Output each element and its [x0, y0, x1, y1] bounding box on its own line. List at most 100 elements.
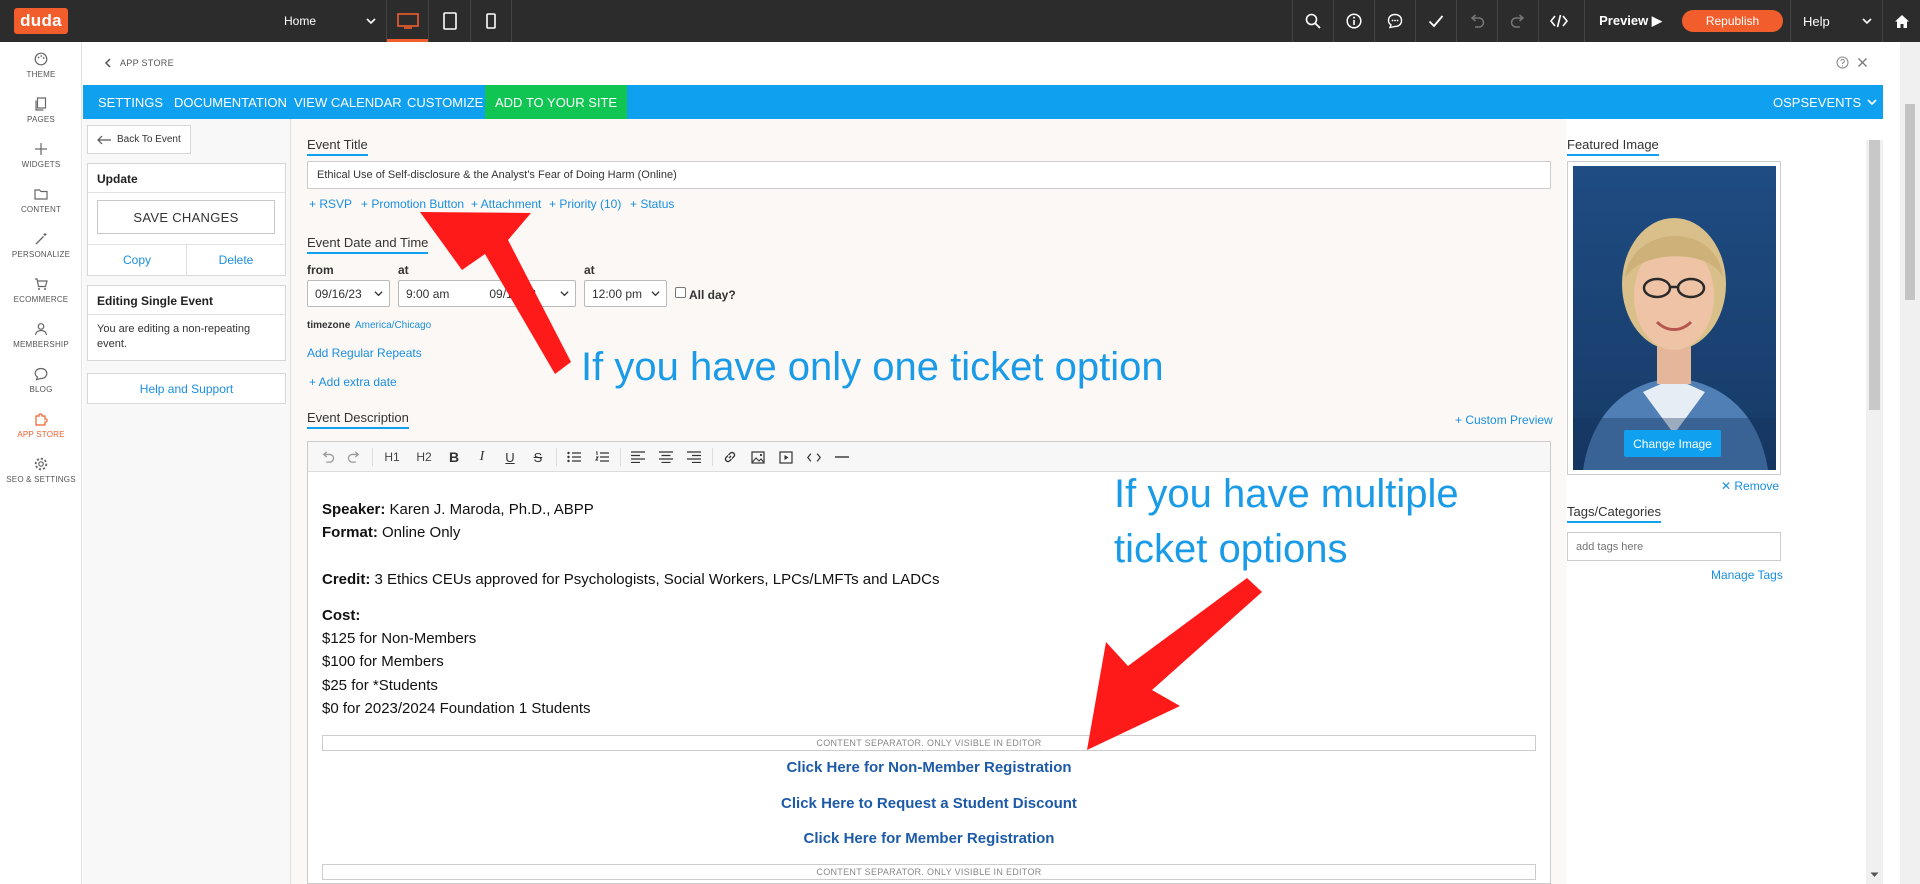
bold-icon[interactable]: B	[442, 442, 466, 472]
custom-preview-link[interactable]: + Custom Preview	[1455, 413, 1553, 427]
tags-input[interactable]	[1567, 532, 1781, 561]
heading2-button[interactable]: H2	[410, 442, 438, 472]
account-name: OSPSEVENTS	[1773, 94, 1862, 110]
italic-icon[interactable]: I	[470, 442, 494, 472]
code-icon[interactable]	[802, 442, 826, 472]
nav-label: BLOG	[29, 385, 53, 394]
home-icon[interactable]	[1882, 0, 1920, 42]
account-menu[interactable]: OSPSEVENTS	[1773, 85, 1877, 119]
preview-button[interactable]: Preview ▶	[1584, 0, 1676, 42]
remove-image-link[interactable]: ✕ Remove	[1721, 479, 1779, 493]
timezone-link[interactable]: America/Chicago	[355, 320, 431, 331]
tablet-icon[interactable]	[428, 0, 470, 42]
horizontal-rule-icon[interactable]	[830, 442, 854, 472]
add-extra-date-link[interactable]: + Add extra date	[309, 375, 397, 389]
duda-logo[interactable]: duda	[14, 8, 68, 34]
from-time-select[interactable]: 9:00 am 09/16/23	[398, 280, 576, 307]
editing-text: You are editing a non-repeating event.	[97, 323, 251, 350]
nav-membership[interactable]: MEMBERSHIP	[0, 322, 82, 366]
nav-label: THEME	[26, 70, 56, 79]
chevron-down-icon	[374, 291, 383, 297]
member-registration-link[interactable]: Click Here for Member Registration	[322, 830, 1536, 847]
nav-app-store[interactable]: APP STORE	[0, 412, 82, 456]
nav-blog[interactable]: BLOG	[0, 367, 82, 411]
nav-ecommerce[interactable]: ECOMMERCE	[0, 277, 82, 321]
tab-customize[interactable]: CUSTOMIZE	[407, 85, 483, 119]
align-left-icon[interactable]	[626, 442, 650, 472]
all-day-checkbox[interactable]	[675, 287, 686, 298]
strikethrough-icon[interactable]: S	[526, 442, 550, 472]
link-icon[interactable]	[718, 442, 742, 472]
tab-view-calendar[interactable]: VIEW CALENDAR	[294, 85, 402, 119]
rsvp-option[interactable]: + RSVP	[309, 197, 352, 211]
save-changes-button[interactable]: SAVE CHANGES	[97, 200, 275, 234]
redo-icon[interactable]	[1497, 0, 1538, 42]
help-menu[interactable]: Help	[1790, 0, 1882, 42]
attachment-option[interactable]: + Attachment	[471, 197, 541, 211]
video-icon[interactable]	[774, 442, 798, 472]
nav-personalize[interactable]: PERSONALIZE	[0, 232, 82, 276]
promotion-button-option[interactable]: + Promotion Button	[361, 197, 464, 211]
page-select[interactable]: Home	[276, 8, 382, 34]
from-date-select[interactable]: 09/16/23	[307, 280, 390, 307]
app-store-header	[83, 42, 1883, 85]
numbered-list-icon[interactable]	[590, 442, 614, 472]
undo-icon[interactable]	[316, 442, 340, 472]
event-date-label: Event Date and Time	[307, 235, 429, 254]
nav-pages[interactable]: PAGES	[0, 97, 82, 141]
desktop-icon[interactable]	[386, 0, 428, 42]
to-time-select[interactable]: 12:00 pm	[584, 280, 667, 307]
image-icon[interactable]	[746, 442, 770, 472]
scrollbar-thumb[interactable]	[1905, 104, 1915, 300]
republish-button[interactable]: Republish	[1682, 10, 1783, 32]
priority-option[interactable]: + Priority (10)	[549, 197, 621, 211]
non-member-registration-link[interactable]: Click Here for Non-Member Registration	[322, 759, 1536, 776]
featured-image[interactable]	[1573, 166, 1776, 470]
manage-tags-link[interactable]: Manage Tags	[1711, 568, 1783, 582]
delete-button[interactable]: Delete	[187, 244, 285, 276]
at-label: at	[584, 263, 595, 277]
help-support-button[interactable]: Help and Support	[87, 373, 286, 404]
tab-documentation[interactable]: DOCUMENTATION	[174, 85, 287, 119]
info-icon[interactable]	[1333, 0, 1374, 42]
align-center-icon[interactable]	[654, 442, 678, 472]
redo-icon[interactable]	[342, 442, 366, 472]
copy-button[interactable]: Copy	[88, 244, 186, 276]
back-to-event-button[interactable]: Back To Event	[87, 125, 191, 154]
code-icon[interactable]	[1538, 0, 1579, 42]
nav-theme[interactable]: THEME	[0, 52, 82, 96]
cost-line: $25 for *Students	[322, 677, 438, 694]
chevron-left-icon[interactable]	[104, 58, 112, 68]
divider	[712, 448, 713, 466]
panel-scrollbar[interactable]	[1866, 140, 1883, 884]
nav-seo-settings[interactable]: SEO & SETTINGS	[0, 457, 82, 501]
check-icon[interactable]	[1415, 0, 1456, 42]
heading1-button[interactable]: H1	[378, 442, 406, 472]
event-title-input[interactable]: Ethical Use of Self-disclosure & the Ana…	[307, 161, 1551, 189]
tab-add-to-your-site[interactable]: ADD TO YOUR SITE	[485, 85, 628, 119]
at-label: at	[398, 263, 409, 277]
search-icon[interactable]	[1292, 0, 1333, 42]
nav-widgets[interactable]: WIDGETS	[0, 142, 82, 186]
align-right-icon[interactable]	[682, 442, 706, 472]
page-scrollbar[interactable]	[1900, 42, 1920, 884]
scrollbar-thumb[interactable]	[1869, 140, 1880, 410]
comment-icon[interactable]	[1374, 0, 1415, 42]
underline-icon[interactable]: U	[498, 442, 522, 472]
puzzle-icon	[35, 413, 48, 426]
bullet-list-icon[interactable]	[562, 442, 586, 472]
undo-icon[interactable]	[1456, 0, 1497, 42]
cost-line: $100 for Members	[322, 653, 444, 670]
breadcrumb[interactable]: APP STORE	[120, 58, 174, 68]
help-circle-icon[interactable]	[1836, 56, 1849, 69]
status-option[interactable]: + Status	[630, 197, 674, 211]
add-regular-repeats-link[interactable]: Add Regular Repeats	[307, 346, 422, 360]
mobile-icon[interactable]	[470, 0, 512, 42]
arrow-down-icon[interactable]	[1870, 872, 1879, 878]
nav-content[interactable]: CONTENT	[0, 187, 82, 231]
change-image-button[interactable]: Change Image	[1624, 430, 1721, 457]
student-discount-link[interactable]: Click Here to Request a Student Discount	[322, 795, 1536, 812]
content-separator: CONTENT SEPARATOR. ONLY VISIBLE IN EDITO…	[322, 735, 1536, 751]
tab-settings[interactable]: SETTINGS	[98, 85, 163, 119]
close-icon[interactable]	[1857, 57, 1868, 68]
